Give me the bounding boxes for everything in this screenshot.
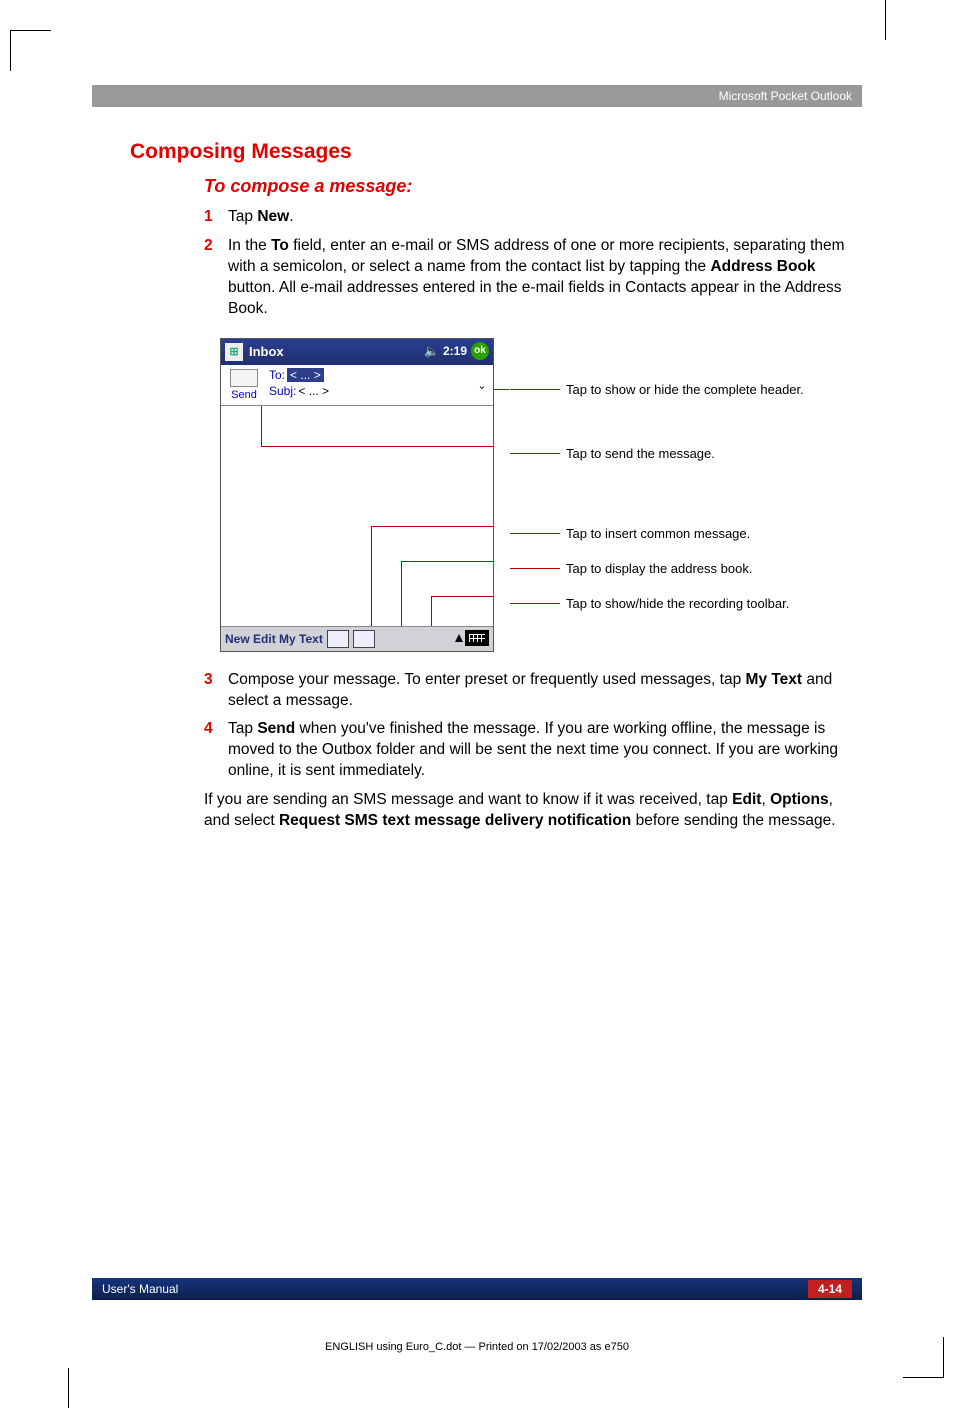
step-number: 3 [204,670,228,712]
step-number: 1 [204,207,228,228]
send-button[interactable]: Send [231,389,257,401]
device-screenshot: ⊞ Inbox 🔈 2:19 ok Send To: [220,338,494,652]
app-title: Inbox [249,344,284,359]
step-number: 2 [204,236,228,320]
subsection-heading: To compose a message: [204,176,854,197]
callout-text: Tap to show or hide the complete header. [566,382,804,397]
speaker-icon[interactable]: 🔈 [424,344,439,358]
print-info: ENGLISH using Euro_C.dot — Printed on 17… [0,1341,954,1353]
callout-line [261,406,262,446]
callout-line [431,596,432,626]
envelope-icon[interactable] [230,369,258,387]
step-item: 4 Tap Send when you've finished the mess… [204,719,854,782]
step-item: 2 In the To field, enter an e-mail or SM… [204,236,854,320]
clock-text: 2:19 [443,344,467,358]
start-icon[interactable]: ⊞ [225,343,243,361]
menu-mytext[interactable]: My Text [279,632,323,646]
to-field[interactable]: < ... > [287,368,324,382]
ok-button[interactable]: ok [471,342,489,360]
crop-mark-tl [10,30,51,71]
callout-line [493,389,509,390]
callout-text: Tap to display the address book. [566,561,752,576]
header-text: Microsoft Pocket Outlook [719,89,852,103]
callout-text: Tap to insert common message. [566,526,750,541]
to-label: To: [269,368,285,382]
device-toolbar: New Edit My Text [221,626,493,651]
page-footer-bar: User's Manual 4-14 [92,1278,862,1300]
menu-new[interactable]: New [225,632,250,646]
step-text: Compose your message. To enter preset or… [228,670,854,712]
step-item: 3 Compose your message. To enter preset … [204,670,854,712]
compose-header-fields: To: < ... > Subj: < ... > ⌄ [267,365,493,405]
callout-line [401,561,402,626]
callout-line [431,596,493,597]
footer-page: 4-14 [808,1280,852,1298]
up-arrow-icon[interactable] [455,634,463,642]
recording-toolbar-icon[interactable] [353,630,375,648]
step-text: Tap New. [228,207,854,228]
header-toggle-icon[interactable]: ⌄ [475,379,489,393]
subj-field[interactable]: < ... > [298,384,329,398]
address-book-icon[interactable] [327,630,349,648]
message-body-area[interactable] [221,406,493,626]
closing-paragraph: If you are sending an SMS message and wa… [204,790,854,832]
keyboard-icon[interactable] [465,630,489,646]
step-number: 4 [204,719,228,782]
crop-mark-tr [885,0,886,40]
page-header-strip: Microsoft Pocket Outlook [92,85,862,107]
crop-mark-bl [68,1368,69,1408]
callout-text: Tap to send the message. [566,446,715,461]
step-text: In the To field, enter an e-mail or SMS … [228,236,854,320]
device-titlebar: ⊞ Inbox 🔈 2:19 ok [221,339,493,365]
subj-label: Subj: [269,384,296,398]
callout-line [371,526,372,626]
menu-edit[interactable]: Edit [253,632,276,646]
step-text: Tap Send when you've finished the messag… [228,719,854,782]
step-item: 1 Tap New. [204,207,854,228]
callout-line [261,446,493,447]
footer-left: User's Manual [102,1282,178,1296]
callout-text: Tap to show/hide the recording toolbar. [566,596,789,611]
section-heading: Composing Messages [130,140,854,164]
callout-line [371,526,493,527]
callout-line [401,561,493,562]
